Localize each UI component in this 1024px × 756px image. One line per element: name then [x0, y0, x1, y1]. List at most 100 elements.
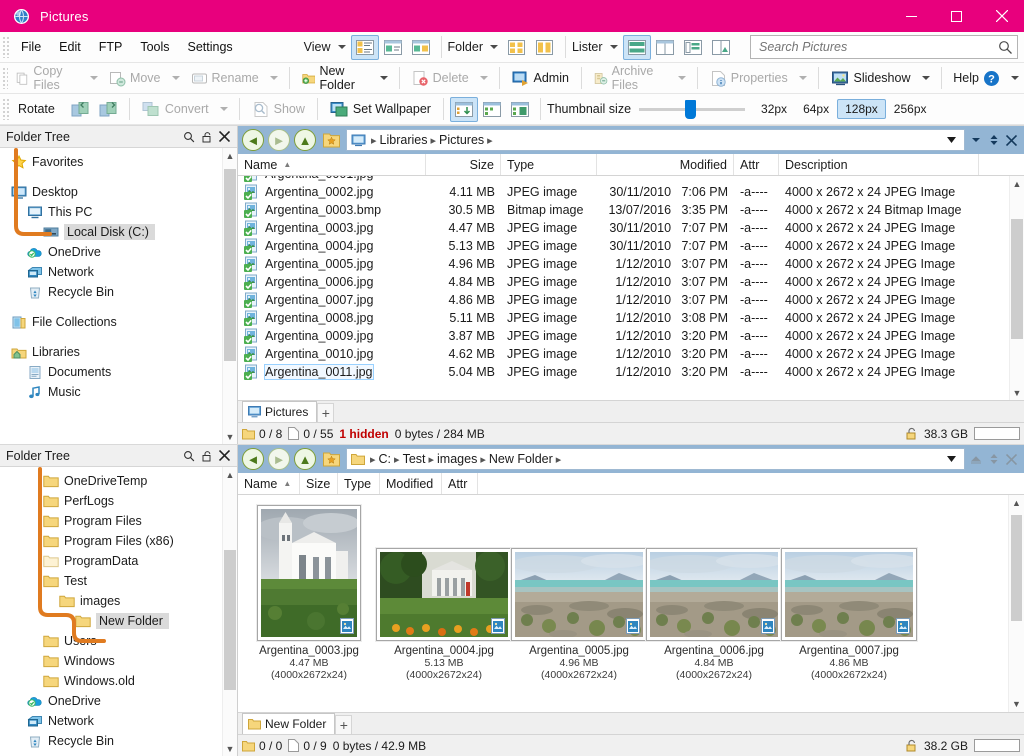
- close-button[interactable]: [979, 0, 1024, 32]
- minimize-button[interactable]: [889, 0, 934, 32]
- tree-node-documents[interactable]: Documents: [0, 362, 237, 382]
- tree-node-favorites[interactable]: Favorites: [0, 152, 237, 172]
- table-row[interactable]: Argentina_0006.jpg4.84 MBJPEG image1/12/…: [238, 273, 1024, 291]
- bottom-tree-close-icon[interactable]: [219, 450, 237, 461]
- help-button[interactable]: Help ?: [947, 66, 1006, 91]
- tree-node-libraries[interactable]: Libraries: [0, 342, 237, 362]
- filter-files-button[interactable]: [506, 97, 534, 122]
- top-tree-scroll-down-icon[interactable]: ▼: [223, 429, 237, 444]
- top-files-scroll-down-icon[interactable]: ▼: [1010, 385, 1024, 400]
- group-files-button[interactable]: [478, 97, 506, 122]
- lister-horizontal-split-button[interactable]: [623, 35, 651, 60]
- cell-name[interactable]: Argentina_0011.jpg: [238, 364, 426, 380]
- tree-node-this-pc[interactable]: This PC: [0, 202, 237, 222]
- column-header-attr[interactable]: Attr: [442, 473, 478, 494]
- breadcrumb-part[interactable]: C:: [379, 452, 392, 466]
- top-tree-scrollbar[interactable]: ▲ ▼: [222, 148, 237, 444]
- breadcrumb-part[interactable]: Test: [403, 452, 426, 466]
- tree-node-perflogs[interactable]: PerfLogs: [0, 491, 237, 511]
- favorites-icon[interactable]: [320, 129, 343, 152]
- move-button[interactable]: Move: [103, 66, 167, 91]
- column-header-modified[interactable]: Modified: [597, 154, 734, 175]
- cell-name[interactable]: Argentina_0002.jpg: [238, 184, 426, 200]
- top-tree-scroll-thumb[interactable]: [224, 169, 236, 361]
- bottom-tree-scroll-down-icon[interactable]: ▼: [223, 741, 237, 756]
- menu-ftp[interactable]: FTP: [90, 36, 132, 58]
- slideshow-button[interactable]: Slideshow: [825, 66, 917, 91]
- table-row[interactable]: Argentina_0005.jpg4.96 MBJPEG image1/12/…: [238, 255, 1024, 273]
- table-row[interactable]: Argentina_0003.jpg4.47 MBJPEG image30/11…: [238, 219, 1024, 237]
- tree-node-users[interactable]: Users: [0, 631, 237, 651]
- bottom-back-button[interactable]: ◄: [242, 448, 264, 470]
- copy-files-chevron-down-icon[interactable]: [90, 76, 98, 80]
- tree-node-desktop[interactable]: Desktop: [0, 182, 237, 202]
- lister-tree-split-button[interactable]: [679, 35, 707, 60]
- rename-chevron-down-icon[interactable]: [270, 76, 278, 80]
- table-row[interactable]: Argentina_0011.jpg5.04 MBJPEG image1/12/…: [238, 363, 1024, 381]
- top-files-scroll-up-icon[interactable]: ▲: [1010, 176, 1024, 191]
- cell-name[interactable]: Argentina_0008.jpg: [238, 310, 426, 326]
- lister-chevron-down-icon[interactable]: [610, 45, 618, 49]
- tree-node-onedrive[interactable]: OneDrive: [0, 691, 237, 711]
- move-chevron-down-icon[interactable]: [172, 76, 180, 80]
- delete-button[interactable]: Delete: [406, 66, 475, 91]
- top-tree-scroll-track[interactable]: [223, 163, 237, 429]
- tree-node-onedrivetemp[interactable]: OneDriveTemp: [0, 471, 237, 491]
- thumbnail-item[interactable]: Argentina_0006.jpg4.84 MB (4000x2672x24): [661, 548, 767, 681]
- cell-name[interactable]: Argentina_0007.jpg: [238, 292, 426, 308]
- properties-button[interactable]: Properties: [704, 66, 794, 91]
- bottom-tree-body[interactable]: OneDriveTempPerfLogsProgram FilesProgram…: [0, 467, 237, 756]
- bottom-breadcrumb-chevron-down-icon[interactable]: [942, 456, 960, 462]
- rotate-right-button[interactable]: [95, 97, 123, 122]
- column-header-attr[interactable]: Attr: [734, 154, 779, 175]
- collapse-pane-icon[interactable]: [967, 129, 984, 151]
- breadcrumb-part[interactable]: Pictures: [439, 133, 484, 147]
- bottom-close-pane-icon[interactable]: [1003, 448, 1020, 470]
- bottom-tree-unlock-icon[interactable]: [201, 450, 219, 462]
- tree-node-program-files-x86[interactable]: Program Files (x86): [0, 531, 237, 551]
- top-breadcrumb-field[interactable]: ▸Libraries▸Pictures▸: [346, 129, 965, 151]
- cell-name[interactable]: Argentina_0004.jpg: [238, 238, 426, 254]
- breadcrumb-part[interactable]: images: [437, 452, 477, 466]
- bottom-up-button[interactable]: ▲: [294, 448, 316, 470]
- table-row[interactable]: Argentina_0010.jpg4.62 MBJPEG image1/12/…: [238, 345, 1024, 363]
- tree-unlock-icon[interactable]: [201, 131, 219, 143]
- menu-edit[interactable]: Edit: [50, 36, 90, 58]
- bottom-new-tab-button[interactable]: +: [335, 715, 352, 734]
- tree-node-local-disk-c[interactable]: Local Disk (C:): [0, 222, 237, 242]
- thumbnail-item[interactable]: Argentina_0004.jpg5.13 MB (4000x2672x24): [391, 548, 497, 681]
- table-row[interactable]: Argentina_0008.jpg5.11 MBJPEG image1/12/…: [238, 309, 1024, 327]
- top-files-scroll-track[interactable]: [1010, 191, 1024, 385]
- set-wallpaper-button[interactable]: Set Wallpaper: [324, 97, 437, 122]
- view-list-button[interactable]: [379, 35, 407, 60]
- new-folder-button[interactable]: New Folder: [296, 66, 375, 91]
- tree-search-icon[interactable]: [183, 131, 201, 143]
- top-tab-pictures[interactable]: Pictures: [242, 401, 317, 422]
- bottom-tree-search-icon[interactable]: [183, 450, 201, 462]
- menu-settings[interactable]: Settings: [179, 36, 242, 58]
- back-button[interactable]: ◄: [242, 129, 264, 151]
- bottom-tree-scroll-thumb[interactable]: [224, 550, 236, 690]
- search-input[interactable]: [759, 40, 998, 54]
- thumbnail-item[interactable]: Argentina_0007.jpg4.86 MB (4000x2672x24): [796, 548, 902, 681]
- table-row[interactable]: Argentina_0004.jpg5.13 MBJPEG image30/11…: [238, 237, 1024, 255]
- search-box[interactable]: [750, 35, 1018, 59]
- bottom-tree-scrollbar[interactable]: ▲ ▼: [222, 467, 237, 756]
- column-header-name[interactable]: Name▲: [238, 154, 426, 175]
- bottom-thumbs-scroll-thumb[interactable]: [1011, 515, 1022, 621]
- thumbnail-size-slider[interactable]: [639, 108, 745, 111]
- bottom-tree-scroll-up-icon[interactable]: ▲: [223, 467, 237, 482]
- column-header-name[interactable]: Name▲: [238, 473, 300, 494]
- column-header-size[interactable]: Size: [300, 473, 338, 494]
- column-header-type[interactable]: Type: [338, 473, 380, 494]
- menu-tools[interactable]: Tools: [131, 36, 178, 58]
- column-header-modified[interactable]: Modified: [380, 473, 442, 494]
- cell-name[interactable]: Argentina_0005.jpg: [238, 256, 426, 272]
- swap-pane-icon[interactable]: [985, 129, 1002, 151]
- tree-node-recycle-bin[interactable]: Recycle Bin: [0, 731, 237, 751]
- rotate-left-button[interactable]: [67, 97, 95, 122]
- tree-node-images[interactable]: images: [0, 591, 237, 611]
- show-button[interactable]: Show: [246, 97, 311, 122]
- cell-name[interactable]: Argentina_0003.jpg: [238, 220, 426, 236]
- thumbnail-frame[interactable]: [511, 548, 647, 641]
